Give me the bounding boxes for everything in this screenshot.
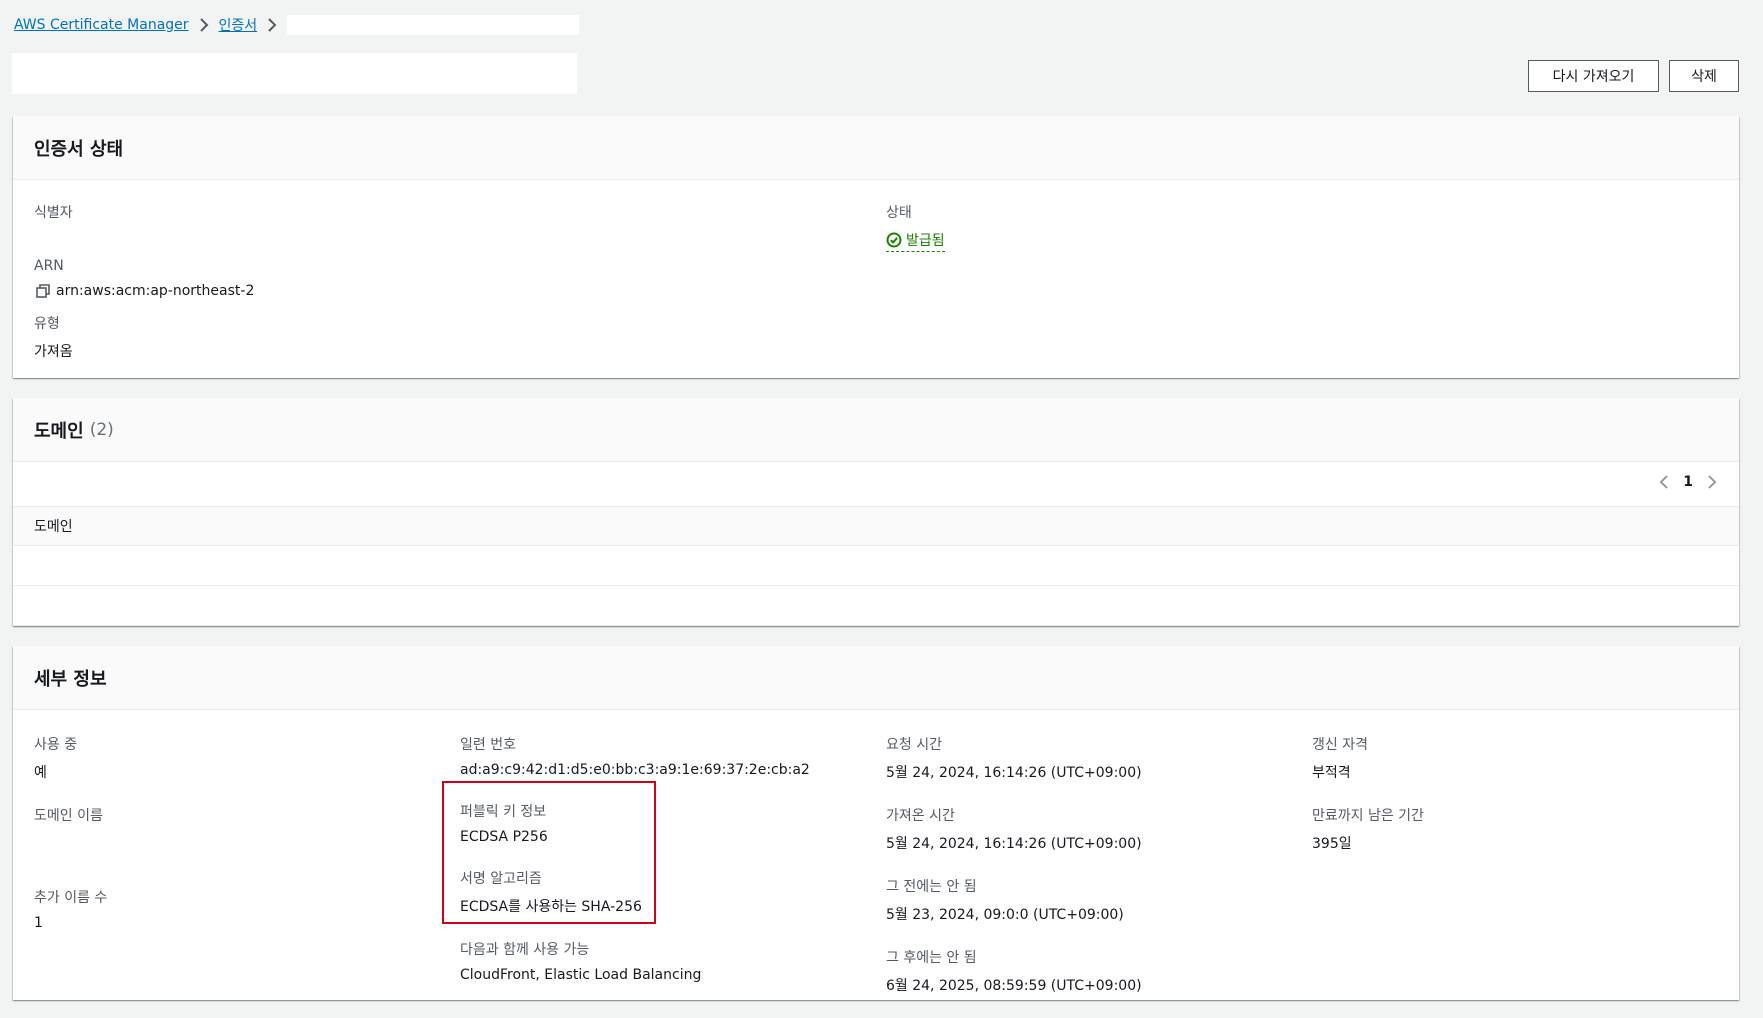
signature-algorithm-value: ECDSA를 사용하는 SHA-256	[460, 899, 642, 915]
table-row	[13, 546, 1739, 586]
breadcrumb: AWS Certificate Manager 인증서	[14, 14, 580, 36]
status-value[interactable]: 발급됨	[886, 230, 945, 252]
arn-value: arn:aws:acm:ap-northeast-2	[56, 283, 255, 299]
identifier-label: 식별자	[34, 205, 73, 221]
serial-value: ad:a9:c9:42:d1:d5:e0:bb:c3:a9:1e:69:37:2…	[460, 762, 810, 778]
panel-title: 세부 정보	[34, 668, 107, 690]
chevron-right-icon	[189, 16, 219, 34]
table-row	[13, 586, 1739, 626]
public-key-value: ECDSA P256	[460, 829, 548, 845]
not-after-label: 그 후에는 안 됨	[886, 950, 977, 966]
panel-header: 인증서 상태	[13, 116, 1739, 180]
status-label: 상태	[886, 205, 912, 221]
breadcrumb-acm-link[interactable]: AWS Certificate Manager	[14, 17, 189, 33]
chevron-left-icon[interactable]	[1659, 474, 1669, 490]
domains-panel: 도메인 (2) 1 도메인	[13, 398, 1739, 626]
eligible-with-label: 다음과 함께 사용 가능	[460, 942, 590, 958]
domain-count: (2)	[89, 419, 114, 440]
requested-at-value: 5월 24, 2024, 16:14:26 (UTC+09:00)	[886, 765, 1142, 781]
eligible-with-value: CloudFront, Elastic Load Balancing	[460, 967, 702, 983]
details-panel: 세부 정보 사용 중 예 도메인 이름 추가 이름 수 1 일련 번호 ad:a…	[13, 646, 1739, 1000]
panel-header: 도메인 (2)	[13, 398, 1739, 462]
type-value: 가져옴	[34, 344, 73, 360]
additional-names-label: 추가 이름 수	[34, 890, 108, 906]
domain-name-label: 도메인 이름	[34, 808, 103, 824]
type-label: 유형	[34, 316, 60, 332]
delete-button[interactable]: 삭제	[1669, 60, 1739, 92]
page-title-redacted	[12, 53, 577, 94]
chevron-right-icon	[257, 16, 287, 34]
check-circle-icon	[886, 232, 902, 248]
column-header-domain[interactable]: 도메인	[34, 516, 73, 536]
serial-label: 일련 번호	[460, 737, 516, 753]
days-to-expiry-label: 만료까지 남은 기간	[1312, 808, 1424, 824]
arn-label: ARN	[34, 258, 64, 274]
signature-algorithm-label: 서명 알고리즘	[460, 871, 542, 887]
not-before-value: 5월 23, 2024, 09:0:0 (UTC+09:00)	[886, 907, 1124, 923]
reimport-button[interactable]: 다시 가져오기	[1528, 60, 1659, 92]
public-key-label: 퍼블릭 키 정보	[460, 804, 547, 820]
renewal-eligibility-label: 갱신 자격	[1312, 737, 1368, 753]
chevron-right-icon[interactable]	[1707, 474, 1717, 490]
requested-at-label: 요청 시간	[886, 737, 942, 753]
additional-names-value: 1	[34, 915, 43, 931]
not-before-label: 그 전에는 안 됨	[886, 879, 977, 895]
imported-at-label: 가져온 시간	[886, 808, 955, 824]
in-use-label: 사용 중	[34, 737, 78, 753]
panel-title: 도메인	[34, 420, 84, 442]
in-use-value: 예	[34, 765, 47, 781]
imported-at-value: 5월 24, 2024, 16:14:26 (UTC+09:00)	[886, 836, 1142, 852]
renewal-eligibility-value: 부적격	[1312, 765, 1351, 781]
panel-title: 인증서 상태	[34, 138, 124, 160]
breadcrumb-certificates-link[interactable]: 인증서	[219, 15, 258, 35]
copy-icon[interactable]	[34, 282, 52, 300]
breadcrumb-current-redacted	[287, 15, 580, 35]
not-after-value: 6월 24, 2025, 08:59:59 (UTC+09:00)	[886, 978, 1142, 994]
days-to-expiry-value: 395일	[1312, 836, 1352, 852]
pagination: 1	[1659, 474, 1717, 490]
current-page[interactable]: 1	[1683, 474, 1693, 490]
panel-header: 세부 정보	[13, 646, 1739, 710]
header-actions: 다시 가져오기 삭제	[1528, 60, 1739, 92]
table-header: 도메인	[13, 506, 1739, 546]
certificate-status-panel: 인증서 상태 식별자 상태 발급됨 ARN arn:aws:acm:ap-nor…	[13, 116, 1739, 378]
status-value-text: 발급됨	[906, 233, 945, 249]
